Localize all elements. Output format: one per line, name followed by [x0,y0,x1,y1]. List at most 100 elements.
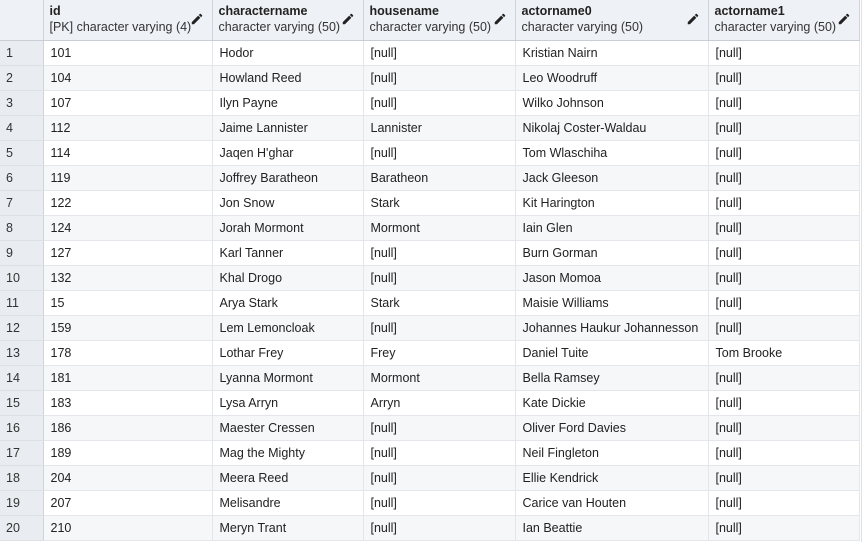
cell-actorname0[interactable]: Jason Momoa [515,265,709,291]
cell-housename[interactable]: [null] [363,65,516,91]
cell-charactername[interactable]: Jaime Lannister [212,115,364,141]
pencil-icon[interactable] [190,12,204,26]
cell-actorname0[interactable]: Bella Ramsey [515,365,709,391]
column-header-actorname1[interactable]: actorname1 character varying (50) [708,0,860,41]
table-row[interactable]: 19 207 Melisandre [null] Carice van Houten [n… [0,490,860,516]
cell-actorname0[interactable]: Johannes Haukur Johannesson [515,315,709,341]
cell-housename[interactable]: [null] [363,415,516,441]
row-number[interactable]: 12 [0,315,44,341]
cell-id[interactable]: 207 [43,490,213,516]
cell-housename[interactable]: Frey [363,340,516,366]
cell-actorname1[interactable]: [null] [708,140,860,166]
table-row[interactable]: 15 183 Lysa Arryn Arryn Kate Dickie [null] [0,390,860,416]
cell-charactername[interactable]: Meryn Trant [212,515,364,541]
row-number[interactable]: 1 [0,40,44,66]
cell-actorname1[interactable]: [null] [708,515,860,541]
row-number[interactable]: 5 [0,140,44,166]
table-row[interactable]: 3 107 Ilyn Payne [null] Wilko Johnson [null] [0,90,860,116]
cell-charactername[interactable]: Meera Reed [212,465,364,491]
cell-housename[interactable]: [null] [363,140,516,166]
cell-actorname1[interactable]: [null] [708,390,860,416]
cell-housename[interactable]: [null] [363,90,516,116]
cell-actorname0[interactable]: Oliver Ford Davies [515,415,709,441]
cell-id[interactable]: 101 [43,40,213,66]
cell-actorname1[interactable]: [null] [708,465,860,491]
cell-id[interactable]: 127 [43,240,213,266]
cell-charactername[interactable]: Khal Drogo [212,265,364,291]
cell-actorname0[interactable]: Kate Dickie [515,390,709,416]
cell-actorname0[interactable]: Neil Fingleton [515,440,709,466]
table-row[interactable]: 1 101 Hodor [null] Kristian Nairn [null] [0,40,860,66]
row-number[interactable]: 8 [0,215,44,241]
cell-actorname1[interactable]: Tom Brooke [708,340,860,366]
cell-id[interactable]: 159 [43,315,213,341]
cell-id[interactable]: 112 [43,115,213,141]
cell-actorname0[interactable]: Wilko Johnson [515,90,709,116]
cell-housename[interactable]: Lannister [363,115,516,141]
cell-charactername[interactable]: Ilyn Payne [212,90,364,116]
cell-charactername[interactable]: Joffrey Baratheon [212,165,364,191]
cell-charactername[interactable]: Howland Reed [212,65,364,91]
cell-charactername[interactable]: Arya Stark [212,290,364,316]
cell-housename[interactable]: [null] [363,440,516,466]
cell-actorname0[interactable]: Kristian Nairn [515,40,709,66]
cell-id[interactable]: 104 [43,65,213,91]
cell-actorname0[interactable]: Burn Gorman [515,240,709,266]
table-row[interactable]: 20 210 Meryn Trant [null] Ian Beattie [null] [0,515,860,541]
cell-actorname1[interactable]: [null] [708,440,860,466]
cell-charactername[interactable]: Lyanna Mormont [212,365,364,391]
table-row[interactable]: 7 122 Jon Snow Stark Kit Harington [null] [0,190,860,216]
cell-actorname0[interactable]: Leo Woodruff [515,65,709,91]
table-row[interactable]: 12 159 Lem Lemoncloak [null] Johannes Haukur… [0,315,860,341]
pencil-icon[interactable] [341,12,355,26]
cell-charactername[interactable]: Lysa Arryn [212,390,364,416]
cell-housename[interactable]: [null] [363,465,516,491]
cell-actorname0[interactable]: Iain Glen [515,215,709,241]
cell-charactername[interactable]: Jorah Mormont [212,215,364,241]
cell-actorname0[interactable]: Tom Wlaschiha [515,140,709,166]
cell-charactername[interactable]: Jaqen H'ghar [212,140,364,166]
table-row[interactable]: 8 124 Jorah Mormont Mormont Iain Glen [null] [0,215,860,241]
cell-id[interactable]: 114 [43,140,213,166]
row-number-header[interactable] [0,0,44,41]
cell-id[interactable]: 15 [43,290,213,316]
cell-id[interactable]: 107 [43,90,213,116]
cell-charactername[interactable]: Melisandre [212,490,364,516]
table-row[interactable]: 10 132 Khal Drogo [null] Jason Momoa [null] [0,265,860,291]
cell-id[interactable]: 204 [43,465,213,491]
cell-charactername[interactable]: Lothar Frey [212,340,364,366]
cell-actorname1[interactable]: [null] [708,365,860,391]
cell-charactername[interactable]: Hodor [212,40,364,66]
cell-actorname1[interactable]: [null] [708,40,860,66]
cell-actorname1[interactable]: [null] [708,240,860,266]
column-header-actorname0[interactable]: actorname0 character varying (50) [515,0,709,41]
cell-id[interactable]: 178 [43,340,213,366]
cell-housename[interactable]: Baratheon [363,165,516,191]
row-number[interactable]: 17 [0,440,44,466]
cell-id[interactable]: 186 [43,415,213,441]
table-row[interactable]: 17 189 Mag the Mighty [null] Neil Fingleton[… [0,440,860,466]
column-header-id[interactable]: id [PK] character varying (4) [43,0,213,41]
cell-housename[interactable]: Stark [363,190,516,216]
table-row[interactable]: 2 104 Howland Reed [null] Leo Woodruff [null] [0,65,860,91]
cell-charactername[interactable]: Karl Tanner [212,240,364,266]
row-number[interactable]: 19 [0,490,44,516]
cell-id[interactable]: 210 [43,515,213,541]
cell-housename[interactable]: [null] [363,40,516,66]
cell-housename[interactable]: Mormont [363,365,516,391]
cell-id[interactable]: 119 [43,165,213,191]
cell-housename[interactable]: Stark [363,290,516,316]
pencil-icon[interactable] [837,12,851,26]
table-row[interactable]: 16 186 Maester Cressen [null] Oliver Ford Da… [0,415,860,441]
cell-id[interactable]: 132 [43,265,213,291]
cell-actorname1[interactable]: [null] [708,165,860,191]
row-number[interactable]: 20 [0,515,44,541]
table-row[interactable]: 9 127 Karl Tanner [null] Burn Gorman [null] [0,240,860,266]
row-number[interactable]: 9 [0,240,44,266]
row-number[interactable]: 2 [0,65,44,91]
cell-charactername[interactable]: Maester Cressen [212,415,364,441]
cell-housename[interactable]: [null] [363,490,516,516]
cell-id[interactable]: 122 [43,190,213,216]
cell-housename[interactable]: [null] [363,315,516,341]
row-number[interactable]: 7 [0,190,44,216]
